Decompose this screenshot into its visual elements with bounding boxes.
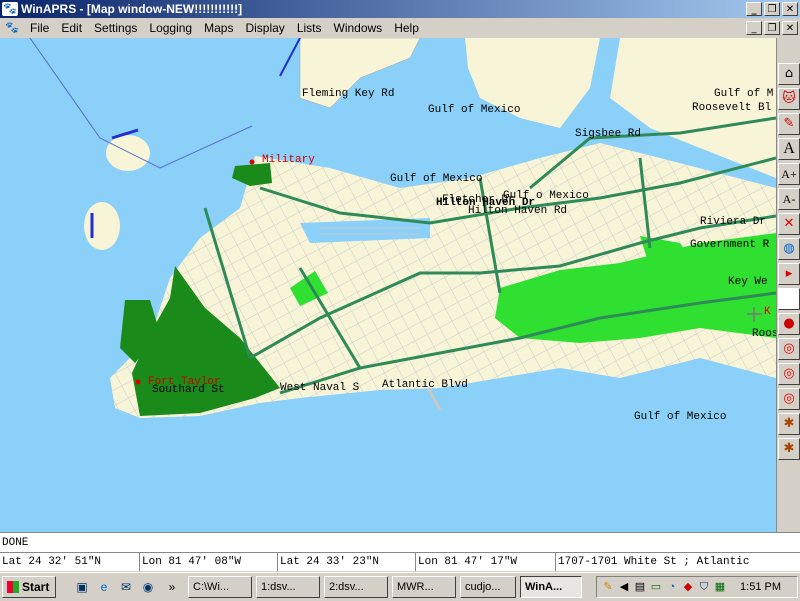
winaprs-cat-icon: 🐾 <box>2 2 18 16</box>
clock[interactable]: 1:51 PM <box>740 577 781 597</box>
label-atlantic: Atlantic Blvd <box>382 379 468 391</box>
title-bar: 🐾 WinAPRS - [Map window-NEW!!!!!!!!!!!] … <box>0 0 800 18</box>
islet-2 <box>84 202 120 250</box>
menu-maps[interactable]: Maps <box>198 21 239 35</box>
task-cudjo[interactable]: cudjo... <box>460 576 516 598</box>
label-hilton-rd: Hilton Haven Rd <box>468 205 567 217</box>
label-roos-partial: Roos <box>752 328 776 340</box>
target-icon-2[interactable]: ◎ <box>778 363 800 385</box>
task-winaprs[interactable]: WinA... <box>520 576 582 598</box>
blank-icon[interactable] <box>778 288 800 310</box>
menu-logging[interactable]: Logging <box>143 21 198 35</box>
close-button[interactable]: ✕ <box>782 2 798 16</box>
taskbar: Start ▣ e ✉ ◉ » C:\Wi... 1:dsv... 2:dsv.… <box>0 572 800 601</box>
mdi-minimize-button[interactable]: _ <box>746 21 762 35</box>
coordinates-bar: Lat 24 32' 51"N Lon 81 47' 08"W Lat 24 3… <box>0 552 800 571</box>
cat-icon[interactable]: 🐱 <box>778 88 800 110</box>
label-west-naval: West Naval S <box>280 382 360 394</box>
shore-3 <box>279 38 301 77</box>
start-button[interactable]: Start <box>2 576 56 598</box>
label-government: Government R <box>690 239 770 251</box>
islet-1 <box>106 135 150 171</box>
bug-icon-1[interactable]: ✱ <box>778 413 800 435</box>
speaker-icon[interactable]: ◀ <box>617 580 631 594</box>
fort-taylor-marker <box>135 379 141 385</box>
desktop-icon[interactable]: ▣ <box>74 579 90 595</box>
eye-icon[interactable]: ◔ <box>665 580 679 594</box>
pin-icon[interactable]: ● <box>778 313 800 335</box>
military-marker <box>249 159 255 165</box>
cursor-lon: Lon 81 47' 08"W <box>140 553 278 571</box>
font-larger-icon[interactable]: A+ <box>778 163 800 185</box>
globe-icon[interactable]: ◍ <box>778 238 800 260</box>
menu-lists[interactable]: Lists <box>291 21 328 35</box>
status-line: DONE <box>0 532 800 552</box>
center-lon: Lon 81 47' 17"W <box>416 553 556 571</box>
menu-file[interactable]: File <box>24 21 55 35</box>
target-icon-1[interactable]: ◎ <box>778 338 800 360</box>
ie-icon[interactable]: e <box>96 579 112 595</box>
system-tray: ✎ ◀ ▤ ▭ ◔ ◆ ⛉ ▦ 1:51 PM <box>596 576 798 598</box>
label-key-partial: K <box>764 306 771 318</box>
start-label: Start <box>22 580 50 594</box>
task-explorer[interactable]: C:\Wi... <box>188 576 252 598</box>
label-military: Military <box>262 154 315 166</box>
status-text: DONE <box>2 537 29 549</box>
label-gulf-5: Gulf of Mexico <box>634 411 726 423</box>
label-riviera: Riviera Dr <box>700 216 766 228</box>
address-readout: 1707-1701 White St ; Atlantic <box>558 556 750 568</box>
target-icon-3[interactable]: ◎ <box>778 388 800 410</box>
network-icon[interactable]: ▤ <box>633 580 647 594</box>
task-dsv-2[interactable]: 2:dsv... <box>324 576 388 598</box>
home-icon[interactable]: ⌂ <box>778 63 800 85</box>
minimize-button[interactable]: _ <box>746 2 762 16</box>
label-gulf-2: Gulf of Mexico <box>390 173 482 185</box>
window-title: WinAPRS - [Map window-NEW!!!!!!!!!!!] <box>21 2 243 16</box>
menu-windows[interactable]: Windows <box>328 21 389 35</box>
label-roosevelt: Roosevelt Bl <box>692 102 771 114</box>
menu-help[interactable]: Help <box>388 21 425 35</box>
label-gulf-1: Gulf of Mexico <box>428 104 520 116</box>
menu-display[interactable]: Display <box>239 21 290 35</box>
task-dsv-1[interactable]: 1:dsv... <box>256 576 320 598</box>
cursor-lat: Lat 24 32' 51"N <box>0 553 140 571</box>
map-svg: Fleming Key Rd Gulf of Mexico Gulf of Me… <box>29 38 776 423</box>
military-park <box>232 163 272 186</box>
bug-icon-2[interactable]: ✱ <box>778 438 800 460</box>
more-chevron-icon[interactable]: » <box>164 579 180 595</box>
pencil-icon[interactable]: ✎ <box>601 580 615 594</box>
center-lat: Lat 24 33' 23"N <box>278 553 416 571</box>
cat-edit-icon[interactable]: ✎ <box>778 113 800 135</box>
label-sigsbee: Sigsbee Rd <box>575 128 641 140</box>
shield-icon[interactable]: ⛉ <box>697 580 711 594</box>
channel-icon[interactable]: ◉ <box>140 579 156 595</box>
font-icon[interactable]: A <box>778 138 800 160</box>
menu-settings[interactable]: Settings <box>88 21 143 35</box>
map-canvas[interactable]: Fleming Key Rd Gulf of Mexico Gulf of Me… <box>0 38 776 532</box>
label-gulf-3: Gulf of M <box>714 88 773 100</box>
antivirus-icon[interactable]: ◆ <box>681 580 695 594</box>
menu-bar: 🐾 File Edit Settings Logging Maps Displa… <box>0 18 800 38</box>
label-southard: Southard St <box>152 384 225 396</box>
map-toolbar: ⌂ 🐱 ✎ A A+ A- ✕ ◍ ▸ ● ◎ ◎ ◎ ✱ ✱ <box>776 38 800 532</box>
font-smaller-icon[interactable]: A- <box>778 188 800 210</box>
document-cat-icon[interactable]: 🐾 <box>4 21 20 35</box>
mdi-restore-button[interactable]: ❐ <box>764 21 780 35</box>
delete-icon[interactable]: ✕ <box>778 213 800 235</box>
monitor-icon[interactable]: ▭ <box>649 580 663 594</box>
label-fleming-key: Fleming Key Rd <box>302 88 394 100</box>
flag-icon[interactable]: ▸ <box>778 263 800 285</box>
mdi-close-button[interactable]: ✕ <box>782 21 798 35</box>
restore-button[interactable]: ❐ <box>764 2 780 16</box>
south-pier <box>426 387 442 411</box>
menu-edit[interactable]: Edit <box>55 21 88 35</box>
outlook-icon[interactable]: ✉ <box>118 579 134 595</box>
scheduler-icon[interactable]: ▦ <box>713 580 727 594</box>
task-mwr[interactable]: MWR... <box>392 576 456 598</box>
windows-flag-icon <box>7 581 19 593</box>
label-key-west: Key We <box>728 276 768 288</box>
